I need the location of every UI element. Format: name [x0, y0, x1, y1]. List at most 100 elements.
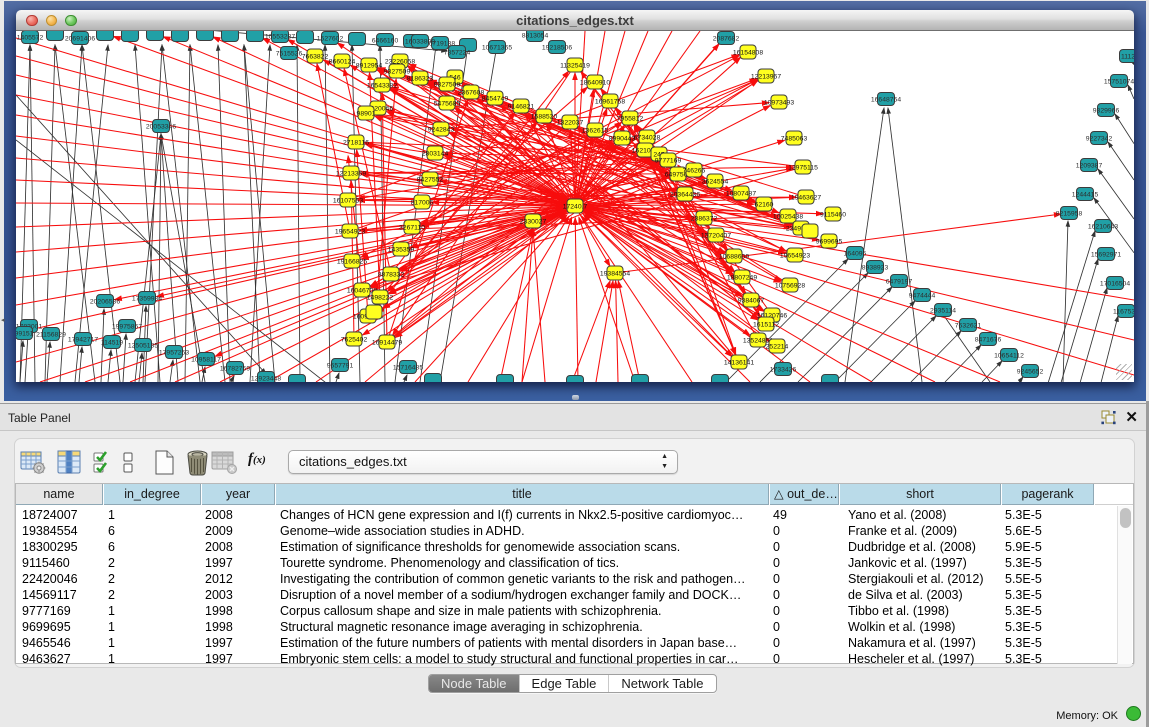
svg-text:1733426: 1733426 — [770, 366, 797, 373]
svg-text:3624554: 3624554 — [702, 178, 729, 185]
svg-text:2803144: 2803144 — [422, 150, 449, 157]
svg-text:21156829: 21156829 — [36, 331, 66, 338]
svg-text:9245652: 9245652 — [1017, 368, 1044, 375]
svg-text:16648764: 16648764 — [871, 96, 901, 103]
svg-text:8938923: 8938923 — [862, 264, 889, 271]
svg-text:6479197: 6479197 — [886, 278, 913, 285]
svg-text:8912954: 8912954 — [356, 62, 383, 69]
svg-text:2386372: 2386372 — [691, 215, 718, 222]
svg-text:9777169: 9777169 — [655, 157, 682, 164]
svg-text:5475685: 5475685 — [434, 100, 461, 107]
svg-text:9227342: 9227342 — [1086, 135, 1113, 142]
svg-text:2087682: 2087682 — [713, 35, 740, 42]
svg-text:14136141: 14136141 — [724, 359, 754, 366]
svg-text:10688609: 10688609 — [719, 253, 749, 260]
svg-text:7357224: 7357224 — [444, 49, 471, 56]
svg-text:12505135: 12505135 — [128, 342, 158, 349]
svg-text:8215958: 8215958 — [1056, 210, 1083, 217]
svg-text:19654923: 19654923 — [780, 252, 810, 259]
svg-text:19384554: 19384554 — [600, 270, 630, 277]
svg-text:2367608: 2367608 — [458, 89, 485, 96]
svg-text:164095: 164095 — [844, 250, 867, 257]
svg-text:9327508: 9327508 — [434, 81, 461, 88]
svg-text:10025438: 10025438 — [773, 213, 803, 220]
svg-text:20364436: 20364436 — [670, 191, 700, 198]
svg-text:8427552: 8427552 — [417, 176, 444, 183]
svg-text:12213369: 12213369 — [336, 170, 366, 177]
svg-text:16033809: 16033809 — [405, 38, 435, 45]
svg-text:7485063: 7485063 — [781, 135, 808, 142]
svg-text:9242843: 9242843 — [428, 126, 455, 133]
svg-text:3267110: 3267110 — [399, 224, 425, 231]
svg-text:7632621: 7632621 — [955, 322, 982, 329]
svg-text:17957253: 17957253 — [159, 349, 189, 356]
svg-text:18640910: 18640910 — [580, 79, 610, 86]
svg-text:12213967: 12213967 — [751, 73, 781, 80]
svg-text:6734028: 6734028 — [634, 134, 661, 141]
svg-text:1322037: 1322037 — [557, 119, 584, 126]
svg-text:17359934: 17359934 — [132, 295, 162, 302]
svg-text:6466160: 6466160 — [372, 37, 399, 44]
svg-text:15716485: 15716485 — [393, 364, 423, 371]
svg-text:16961758: 16961758 — [595, 98, 625, 105]
svg-text:19975867: 19975867 — [112, 323, 142, 330]
svg-text:9115460: 9115460 — [820, 211, 846, 218]
svg-text:817006: 817006 — [411, 199, 434, 206]
svg-text:19166825: 19166825 — [337, 258, 367, 265]
svg-text:16782759: 16782759 — [220, 365, 250, 372]
svg-text:9146821: 9146821 — [508, 103, 535, 110]
svg-text:1435359: 1435359 — [388, 246, 415, 253]
svg-text:9327509: 9327509 — [384, 68, 411, 75]
svg-text:10671365: 10671365 — [482, 44, 512, 51]
svg-text:9699695: 9699695 — [816, 238, 843, 245]
svg-text:8660124: 8660124 — [329, 58, 356, 65]
svg-text:1112: 1112 — [1121, 53, 1134, 60]
svg-text:9474444: 9474444 — [909, 292, 936, 299]
svg-text:11325419: 11325419 — [560, 62, 590, 69]
svg-text:17016504: 17016504 — [1100, 280, 1130, 287]
svg-text:19463627: 19463627 — [791, 194, 821, 201]
svg-text:2718116: 2718116 — [343, 139, 369, 146]
svg-text:9657791: 9657791 — [327, 362, 354, 369]
svg-text:10654112: 10654112 — [994, 352, 1024, 359]
svg-text:1362615: 1362615 — [582, 127, 609, 134]
svg-text:10553287: 10553287 — [265, 33, 295, 40]
svg-text:62160: 62160 — [755, 201, 774, 208]
svg-text:8471676: 8471676 — [975, 336, 1002, 343]
svg-text:16107553: 16107553 — [333, 197, 363, 204]
svg-text:10807487: 10807487 — [726, 190, 756, 197]
svg-text:1167533: 1167533 — [1113, 308, 1134, 315]
svg-text:12923448: 12923448 — [251, 375, 281, 382]
svg-text:7955812: 7955812 — [617, 115, 644, 122]
svg-text:1498222: 1498222 — [367, 294, 394, 301]
svg-text:8878332: 8878332 — [378, 271, 405, 278]
svg-text:7625402: 7625402 — [341, 336, 368, 343]
svg-text:746266: 746266 — [683, 167, 706, 174]
svg-text:9384067: 9384067 — [738, 297, 765, 304]
svg-text:19654923: 19654923 — [335, 228, 365, 235]
svg-text:1244415: 1244415 — [1072, 191, 1099, 198]
svg-text:7663822: 7663822 — [302, 53, 329, 60]
svg-text:12975115: 12975115 — [788, 164, 818, 171]
svg-text:98901: 98901 — [357, 110, 376, 117]
svg-text:114519: 114519 — [101, 339, 123, 346]
svg-text:20206536: 20206536 — [90, 298, 120, 305]
svg-text:1615112: 1615112 — [753, 321, 779, 328]
svg-text:16914479: 16914479 — [372, 339, 402, 346]
svg-text:15720407: 15720407 — [701, 232, 731, 239]
svg-text:16543382: 16543382 — [367, 82, 397, 89]
svg-text:1209387: 1209387 — [1076, 162, 1103, 169]
svg-text:18807249: 18807249 — [727, 274, 757, 281]
svg-text:8186323: 8186323 — [407, 75, 434, 82]
svg-text:16154808: 16154808 — [733, 49, 763, 56]
svg-text:2935114: 2935114 — [930, 307, 956, 314]
svg-text:20053346: 20053346 — [146, 123, 176, 130]
svg-text:16210643: 16210643 — [1088, 223, 1118, 230]
svg-text:17240.7: 17240.7 — [563, 203, 588, 210]
svg-text:19218506: 19218506 — [542, 44, 572, 51]
svg-text:2330027: 2330027 — [520, 218, 547, 225]
svg-text:8454749: 8454749 — [482, 95, 509, 102]
svg-text:9329966: 9329966 — [1093, 107, 1120, 114]
svg-text:17942717: 17942717 — [68, 336, 98, 343]
svg-text:1405572: 1405572 — [17, 34, 44, 41]
